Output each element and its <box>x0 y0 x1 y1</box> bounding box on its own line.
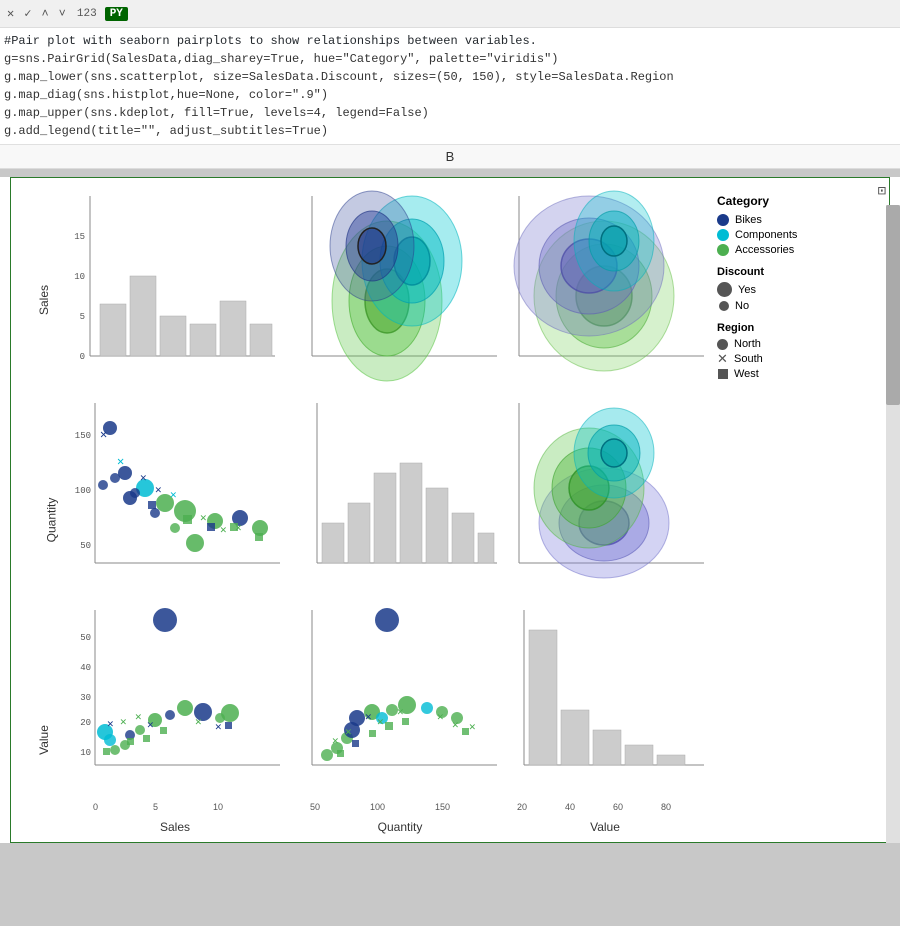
scrollbar-thumb[interactable] <box>886 205 900 405</box>
plot-cell-3-2: ✕ ✕ ✕ ✕ ✕ ✕ ✕ ✕ <box>297 600 507 800</box>
plot-cell-2-3 <box>509 393 709 598</box>
legend-region-title: Region <box>717 322 865 334</box>
code-line-1: g=sns.PairGrid(SalesData,diag_sharey=Tru… <box>4 50 892 68</box>
svg-text:100: 100 <box>75 486 91 496</box>
svg-text:✕: ✕ <box>100 428 107 442</box>
svg-text:✕: ✕ <box>147 720 154 732</box>
plot-cell-1-3 <box>509 186 709 391</box>
legend-region-west: West <box>717 368 865 380</box>
histogram-value <box>509 600 707 795</box>
scrollbar-track[interactable] <box>886 205 900 843</box>
kde-1-2 <box>297 186 502 386</box>
svg-text:✕: ✕ <box>215 722 222 734</box>
x-label-quantity: Quantity <box>295 820 505 834</box>
legend-region-north: North <box>717 338 865 350</box>
cancel-button[interactable]: ✕ <box>4 5 17 22</box>
code-area[interactable]: #Pair plot with seaborn pairplots to sho… <box>0 28 900 145</box>
svg-text:✕: ✕ <box>377 717 384 729</box>
output-bar: B <box>0 145 900 169</box>
svg-text:✕: ✕ <box>452 720 459 732</box>
x-label-value: Value <box>505 820 705 834</box>
kde-1-3 <box>509 186 707 386</box>
svg-text:✕: ✕ <box>345 727 352 739</box>
svg-text:50: 50 <box>80 633 91 643</box>
svg-text:150: 150 <box>75 431 91 441</box>
svg-text:✕: ✕ <box>155 485 162 497</box>
legend-discount-yes: Yes <box>717 282 865 297</box>
py-badge: PY <box>105 7 128 21</box>
code-line-comment: #Pair plot with seaborn pairplots to sho… <box>4 32 892 50</box>
kde-2-3 <box>509 393 707 593</box>
svg-text:✕: ✕ <box>117 455 124 469</box>
svg-text:✕: ✕ <box>365 712 372 724</box>
legend-area: Category Bikes Components Accessories Di… <box>711 186 871 598</box>
svg-text:50: 50 <box>80 541 91 551</box>
x-axis-col-labels: Sales Quantity Value <box>55 820 881 834</box>
code-line-5: g.add_legend(title="", adjust_subtitles=… <box>4 122 892 140</box>
plot-cell-1-2 <box>297 186 507 391</box>
svg-text:5: 5 <box>80 312 85 322</box>
plot-cell-3-3 <box>509 600 709 800</box>
plot-cell-2-1: 50 100 150 <box>55 393 295 598</box>
plot-cell-1-1: 0 5 10 15 <box>55 186 295 391</box>
chevron-up-button[interactable]: ˄ <box>38 6 51 22</box>
svg-text:✕: ✕ <box>332 736 339 748</box>
run-counter: 123 <box>77 8 97 20</box>
svg-text:15: 15 <box>74 232 85 242</box>
legend-accessories: Accessories <box>717 244 865 256</box>
svg-text:40: 40 <box>80 663 91 673</box>
expand-icon[interactable]: ⊡ <box>878 183 886 200</box>
cell-toolbar: ✕ ✓ ˄ ˅ 123 PY <box>0 0 900 28</box>
svg-text:✕: ✕ <box>107 719 114 731</box>
histogram-quantity <box>297 393 502 593</box>
histogram-sales: 0 5 10 15 <box>55 186 290 386</box>
plot-container: Sales Quantity Value 0 5 10 15 <box>10 177 890 843</box>
code-line-3: g.map_diag(sns.histplot,hue=None, color=… <box>4 86 892 104</box>
plot-cell-2-2 <box>297 393 507 598</box>
svg-text:30: 30 <box>80 693 91 703</box>
x-label-sales: Sales <box>55 820 295 834</box>
legend-components: Components <box>717 229 865 241</box>
legend-discount-no: No <box>717 300 865 312</box>
legend-category-title: Category <box>717 194 865 208</box>
svg-text:✕: ✕ <box>397 707 404 719</box>
svg-text:✕: ✕ <box>469 722 476 734</box>
svg-text:✕: ✕ <box>135 712 142 724</box>
x-tick-labels: 0 5 10 50 100 150 20 40 60 80 <box>55 802 881 818</box>
check-button[interactable]: ✓ <box>21 5 34 22</box>
output-area: ⊡ Sales Quantity Value 0 5 10 <box>0 177 900 843</box>
scatter-3-1: 10 20 30 40 50 <box>55 600 290 795</box>
plot-cell-3-1: 10 20 30 40 50 <box>55 600 295 800</box>
code-line-4: g.map_upper(sns.kdeplot, fill=True, leve… <box>4 104 892 122</box>
svg-text:10: 10 <box>74 272 85 282</box>
svg-text:20: 20 <box>80 718 91 728</box>
svg-text:✕: ✕ <box>195 717 202 729</box>
chevron-down-button[interactable]: ˅ <box>56 6 69 22</box>
svg-text:✕: ✕ <box>220 525 227 537</box>
scatter-3-2: ✕ ✕ ✕ ✕ ✕ ✕ ✕ ✕ <box>297 600 502 795</box>
svg-text:10: 10 <box>80 748 91 758</box>
svg-text:✕: ✕ <box>120 717 127 729</box>
scatter-2-1: 50 100 150 <box>55 393 290 593</box>
svg-text:0: 0 <box>80 352 85 362</box>
svg-text:✕: ✕ <box>200 513 207 525</box>
code-line-2: g.map_lower(sns.scatterplot, size=SalesD… <box>4 68 892 86</box>
svg-text:✕: ✕ <box>140 473 147 485</box>
output-label: B <box>446 149 455 164</box>
y-axis-label-value: Value <box>37 725 51 755</box>
legend-region-south: ✕ South <box>717 353 865 365</box>
svg-text:✕: ✕ <box>437 712 444 724</box>
svg-text:✕: ✕ <box>170 490 177 502</box>
legend-bottom-spacer <box>711 600 871 800</box>
legend-discount-title: Discount <box>717 266 865 278</box>
y-axis-label-sales: Sales <box>37 285 51 315</box>
legend-bikes: Bikes <box>717 214 865 226</box>
